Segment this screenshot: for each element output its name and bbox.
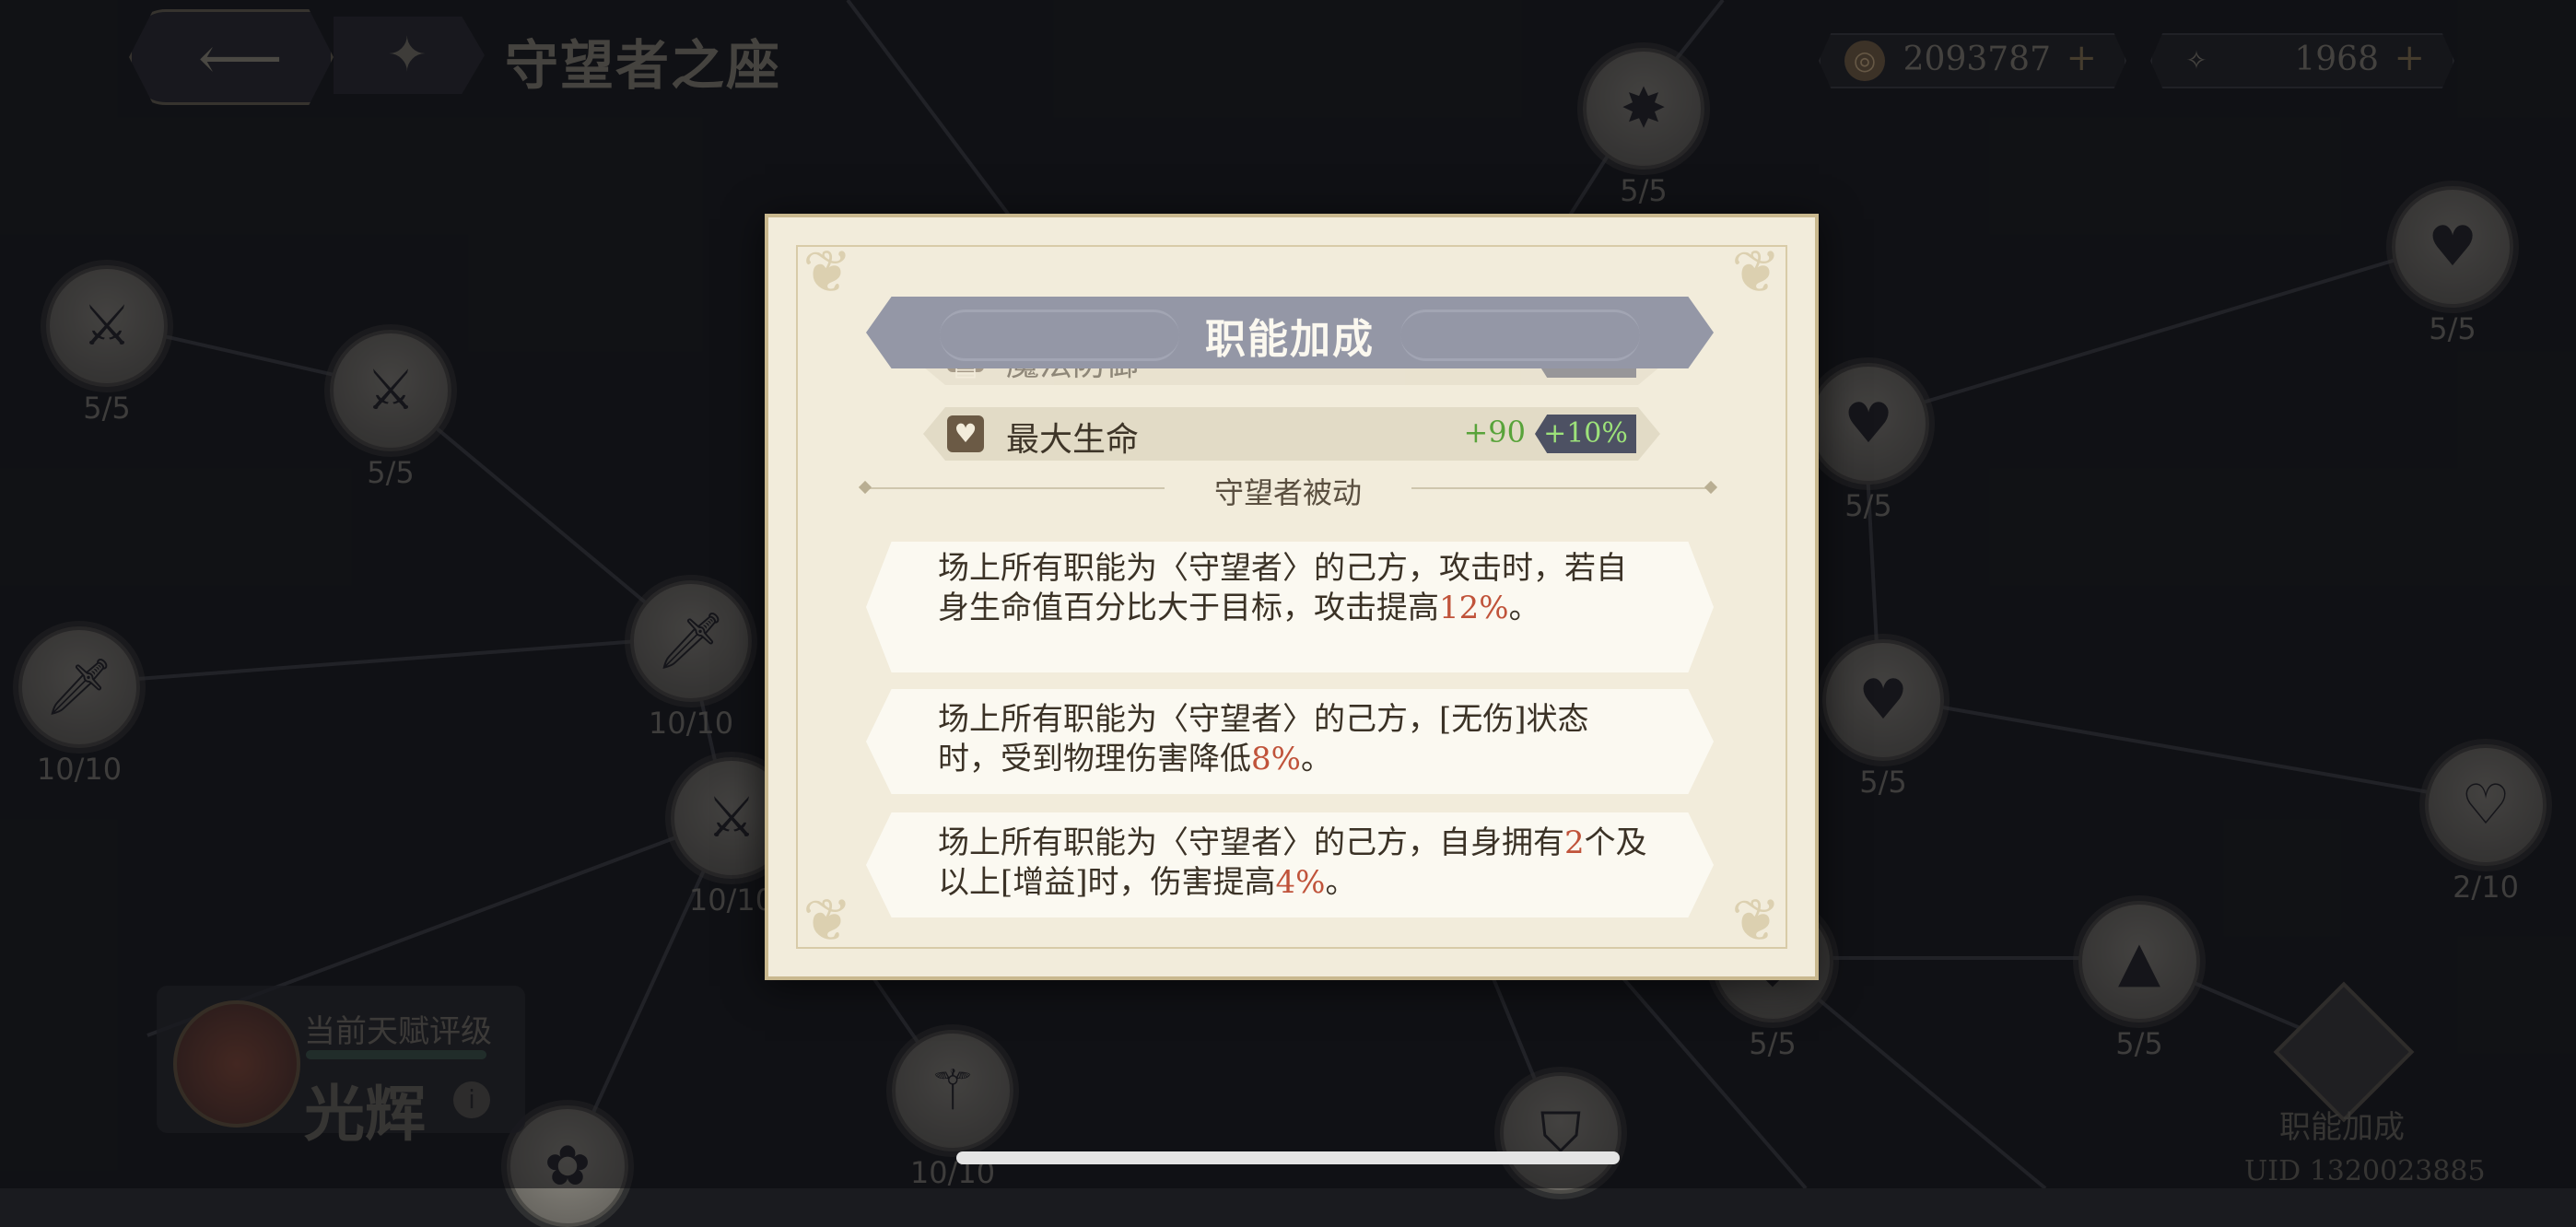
- corner-ornament-icon: ❦: [1731, 887, 1781, 955]
- heart-icon: ♥: [947, 415, 984, 452]
- stat-add: +90: [1463, 415, 1526, 450]
- stat-percent: +10%: [1535, 415, 1636, 453]
- heart-icon: ♥: [2428, 215, 2477, 279]
- passive-card: 场上所有职能为〈守望者〉的己方，攻击时，若自身生命值百分比大于目标，攻击提高12…: [866, 542, 1714, 672]
- talent-node[interactable]: ⛉: [1500, 1072, 1622, 1194]
- passive-text: 场上所有职能为〈守望者〉的己方，攻击时，若自身生命值百分比大于目标，攻击提高12…: [938, 549, 1649, 628]
- talent-node[interactable]: 🗡 10/10: [18, 626, 140, 787]
- passive-highlight: 8%: [1251, 741, 1301, 777]
- node-level: 2/10: [2453, 870, 2519, 905]
- talent-node[interactable]: ♥ 5/5: [2392, 186, 2513, 346]
- passive-text-part: 。: [1325, 864, 1357, 901]
- talent-rating: 当前天赋评级 光辉 i: [157, 986, 525, 1150]
- info-icon[interactable]: i: [453, 1081, 490, 1118]
- passive-highlight: 4%: [1275, 864, 1326, 901]
- node-level: 5/5: [367, 455, 415, 490]
- passive-text-part: 场上所有职能为〈守望者〉的己方，自身拥有: [938, 824, 1564, 861]
- corner-ornament-icon: ❦: [802, 887, 852, 955]
- corner-ornament-icon: ❦: [802, 239, 852, 307]
- section-divider: 守望者被动: [858, 470, 1718, 510]
- role-bonus-label: 职能加成: [2279, 1109, 2405, 1146]
- role-bonus-modal: ❦ ❦ ❦ ❦ ▤ 魔法防御 +38 +8% 职能加成 ♥ 最大生命 +90 +…: [765, 214, 1819, 980]
- node-level: 5/5: [2429, 311, 2476, 346]
- heart-icon: ♥: [1858, 668, 1908, 732]
- back-button[interactable]: ⟵: [129, 9, 334, 105]
- talent-node[interactable]: ♡ 2/10: [2425, 744, 2547, 905]
- rating-value: 光辉: [304, 1078, 426, 1150]
- uid-text: UID 1320023885: [2244, 1155, 2486, 1187]
- sword-icon: ⚔: [366, 358, 416, 423]
- sword-icon: 🗡: [655, 609, 727, 673]
- role-bonus-button[interactable]: 职能加成: [2268, 981, 2416, 1146]
- gold-coin-icon: ◎: [1844, 41, 1885, 81]
- star-shard-icon: ✧: [2185, 45, 2207, 76]
- wizard-hat-icon: ▲: [2117, 929, 2161, 994]
- heart-icon: ♡: [2461, 773, 2511, 837]
- passive-text: 场上所有职能为〈守望者〉的己方，[无伤]状态时，受到物理伤害降低8%。: [938, 700, 1649, 779]
- rating-label: 当前天赋评级: [304, 1013, 492, 1050]
- talent-node[interactable]: ⚔ 5/5: [46, 265, 168, 426]
- corner-ornament-icon: ❦: [1731, 239, 1781, 307]
- passive-card: 场上所有职能为〈守望者〉的己方，自身拥有2个及以上[增益]时，伤害提高4%。: [866, 812, 1714, 917]
- passive-highlight: 2: [1564, 824, 1585, 861]
- section-title: 守望者被动: [1213, 475, 1362, 510]
- star-burst-icon: ✸: [1620, 76, 1668, 141]
- menu-button[interactable]: ✦: [334, 17, 485, 94]
- node-level: 5/5: [1620, 173, 1668, 208]
- flower-icon: ✿: [544, 1134, 591, 1198]
- talent-node[interactable]: ⚚ 10/10: [892, 1030, 1013, 1190]
- currency-gold: ◎ 2093787 +: [1819, 33, 2126, 88]
- heart-icon: ♥: [1844, 391, 1893, 456]
- shield-icon: ⛉: [1540, 1101, 1582, 1165]
- passive-text-part: 。: [1508, 590, 1540, 626]
- passive-text: 场上所有职能为〈守望者〉的己方，自身拥有2个及以上[增益]时，伤害提高4%。: [938, 824, 1649, 903]
- modal-title: 职能加成: [1205, 316, 1375, 363]
- talent-node[interactable]: 🗡 10/10: [630, 580, 752, 741]
- currency-star: ✧ 1968 +: [2150, 33, 2454, 88]
- node-level: 5/5: [83, 391, 131, 426]
- node-level: 5/5: [1749, 1026, 1797, 1061]
- talent-node[interactable]: ♥ 5/5: [1808, 363, 1929, 523]
- stat-name: 最大生命: [1006, 421, 1140, 459]
- passive-text-part: 。: [1300, 741, 1332, 777]
- add-star-button[interactable]: +: [2394, 37, 2425, 79]
- passive-card: 场上所有职能为〈守望者〉的己方，[无伤]状态时，受到物理伤害降低8%。: [866, 689, 1714, 794]
- talent-node[interactable]: ⚔ 5/5: [330, 330, 451, 490]
- add-gold-button[interactable]: +: [2066, 37, 2097, 79]
- gold-value: 2093787: [1903, 41, 2051, 78]
- home-indicator[interactable]: [956, 1151, 1620, 1164]
- node-level: 10/10: [648, 706, 734, 741]
- sword-icon: ⚔: [82, 294, 132, 358]
- sword-icon: 🗡: [43, 655, 115, 719]
- rating-emblem-icon: [173, 1000, 300, 1128]
- divider-line: [1411, 487, 1715, 489]
- back-arrow-icon: ⟵: [198, 25, 283, 93]
- stat-row-max-hp: ♥ 最大生命 +90 +10%: [923, 407, 1660, 461]
- talent-node[interactable]: ✸ 5/5: [1583, 48, 1704, 208]
- passive-highlight: 12%: [1439, 590, 1509, 626]
- node-level: 10/10: [36, 752, 123, 787]
- page-title: 守望者之座: [505, 34, 782, 97]
- modal-title-ribbon: 职能加成: [866, 297, 1714, 368]
- node-level: 5/5: [2115, 1026, 2163, 1061]
- staff-icon: ⚚: [928, 1058, 978, 1123]
- grid-menu-icon: ✦: [387, 28, 427, 83]
- star-value: 1968: [2294, 41, 2379, 78]
- talent-node[interactable]: ▲ 5/5: [2078, 901, 2200, 1061]
- rating-bar: [306, 1050, 486, 1059]
- talent-node[interactable]: ♥ 5/5: [1822, 639, 1944, 800]
